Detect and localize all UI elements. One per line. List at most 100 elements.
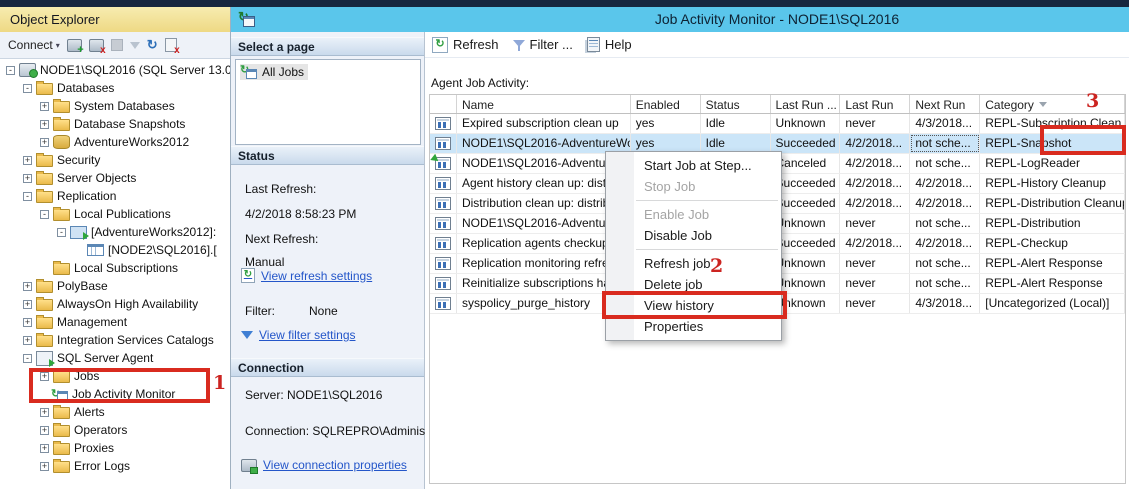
script-error-icon[interactable]	[164, 38, 180, 56]
tree-item[interactable]: + AlwaysOn High Availability	[0, 295, 230, 313]
cell-category: REPL-Snapshot	[980, 134, 1126, 153]
job-icon	[434, 217, 451, 230]
tree-item[interactable]: - NODE1\SQL2016 (SQL Server 13.0.1	[0, 61, 230, 79]
expand-icon[interactable]: +	[40, 119, 49, 129]
view-filter-settings-link[interactable]: View filter settings	[241, 328, 356, 342]
tree-item[interactable]: + Server Objects	[0, 169, 230, 187]
grid-header-status[interactable]: Status	[701, 95, 771, 113]
cell-next-run: not sche...	[910, 134, 981, 153]
expand-icon[interactable]: +	[23, 299, 32, 309]
tree-item[interactable]: + System Databases	[0, 97, 230, 115]
grid-header-last-run-[interactable]: Last Run ...	[771, 95, 841, 113]
cell-last-run: 4/2/2018...	[840, 194, 911, 213]
grid-header-last-run[interactable]: Last Run	[840, 95, 911, 113]
filter-icon[interactable]	[129, 41, 140, 49]
connect-button[interactable]: Connect ▾	[8, 38, 60, 52]
view-refresh-settings-label: View refresh settings	[261, 268, 373, 283]
column-header-label: Category	[985, 97, 1034, 112]
grid-header-name[interactable]: Name	[457, 95, 631, 113]
context-menu-item-refresh-job[interactable]: Refresh job	[606, 253, 781, 274]
grid-header-category[interactable]: Category	[980, 95, 1126, 113]
job-icon	[434, 257, 451, 270]
jam-icon	[51, 385, 68, 403]
expand-icon[interactable]: +	[40, 101, 49, 111]
filter-button[interactable]: Filter ...	[512, 37, 573, 52]
tree-item[interactable]: + Proxies	[0, 439, 230, 457]
expand-icon[interactable]: +	[40, 425, 49, 435]
expand-icon[interactable]: +	[40, 407, 49, 417]
tree-item[interactable]: - Local Publications	[0, 205, 230, 223]
expand-icon[interactable]: +	[23, 173, 32, 183]
context-menu-item-delete-job[interactable]: Delete job	[606, 274, 781, 295]
collapse-icon[interactable]: -	[40, 209, 49, 219]
cell-last-run: 4/2/2018...	[840, 174, 911, 193]
view-connection-properties-link[interactable]: View connection properties	[241, 458, 407, 474]
tree-item[interactable]: + AdventureWorks2012	[0, 133, 230, 151]
grid-header-icon-cell	[430, 95, 457, 113]
connect-server-icon[interactable]	[66, 38, 84, 56]
expand-icon[interactable]: +	[40, 443, 49, 453]
filter-settings-icon	[241, 331, 253, 339]
grid-header-row: Name Enabled Status Last Run ... Last Run Nex…	[430, 95, 1126, 114]
tree-item[interactable]: + Error Logs	[0, 457, 230, 475]
tree-item[interactable]: + Alerts	[0, 403, 230, 421]
cell-enabled: yes	[631, 114, 701, 133]
column-header-label: Status	[705, 97, 740, 112]
tree-item[interactable]: + PolyBase	[0, 277, 230, 295]
cell-last-run-outcome: Unknown	[771, 114, 841, 133]
grid-header-next-run[interactable]: Next Run	[910, 95, 981, 113]
collapse-icon[interactable]: -	[23, 191, 32, 201]
expand-icon[interactable]: +	[23, 317, 32, 327]
tree-item[interactable]: - [AdventureWorks2012]:	[0, 223, 230, 241]
expand-icon[interactable]: +	[40, 137, 49, 147]
job-row[interactable]: Expired subscription clean up yes Idle Unkn…	[430, 114, 1126, 134]
context-menu-item-stop-job: Stop Job	[644, 179, 696, 194]
folder-icon	[36, 171, 53, 185]
view-refresh-settings-link[interactable]: ↻ View refresh settings	[241, 268, 372, 283]
column-filter-icon[interactable]	[1038, 102, 1047, 107]
grid-header-enabled[interactable]: Enabled	[631, 95, 701, 113]
expand-icon[interactable]: +	[23, 281, 32, 291]
chevron-down-icon: ▾	[55, 40, 60, 50]
context-menu-item-properties[interactable]: Properties	[606, 316, 781, 337]
tree-item[interactable]: + Integration Services Catalogs	[0, 331, 230, 349]
folder-icon	[53, 405, 70, 419]
collapse-icon[interactable]: -	[6, 65, 15, 75]
expand-icon[interactable]: +	[23, 335, 32, 345]
dialog-title: Job Activity Monitor - NODE1\SQL2016	[654, 11, 900, 27]
tree-item[interactable]: - SQL Server Agent	[0, 349, 230, 367]
job-icon	[434, 197, 451, 210]
disconnect-server-icon[interactable]	[88, 38, 106, 56]
folder-icon	[36, 189, 53, 203]
refresh-button[interactable]: ↻ Refresh	[432, 36, 499, 53]
tree-item[interactable]: [NODE2\SQL2016].[	[0, 241, 230, 259]
context-menu-item-disable-job[interactable]: Disable Job	[606, 225, 781, 246]
collapse-icon[interactable]: -	[23, 83, 32, 93]
collapse-icon[interactable]: -	[23, 353, 32, 363]
expand-icon[interactable]: +	[40, 461, 49, 471]
tree-item[interactable]: + Management	[0, 313, 230, 331]
tree-item[interactable]: + Database Snapshots	[0, 115, 230, 133]
refresh-icon[interactable]: ↻	[147, 37, 158, 53]
collapse-icon[interactable]: -	[57, 227, 66, 237]
context-menu-item-start-job-at-step-[interactable]: Start Job at Step...	[606, 155, 781, 176]
expand-icon[interactable]: +	[23, 155, 32, 165]
help-button[interactable]: Help	[586, 37, 632, 52]
tree-item[interactable]: - Databases	[0, 79, 230, 97]
tree-item-label: Alerts	[74, 405, 105, 419]
tree-item[interactable]: + Jobs	[0, 367, 230, 385]
tree-item[interactable]: + Security	[0, 151, 230, 169]
tree-item[interactable]: Job Activity Monitor	[0, 385, 230, 403]
tree-item[interactable]: Local Subscriptions	[0, 259, 230, 277]
folder-icon	[36, 153, 53, 167]
context-menu-item-view-history[interactable]: View history	[606, 295, 781, 316]
expand-icon[interactable]: +	[40, 371, 49, 381]
column-header-label: Name	[461, 97, 494, 112]
page-item-all-jobs[interactable]: All Jobs	[240, 63, 309, 80]
tree-item[interactable]: - Replication	[0, 187, 230, 205]
cell-category: [Uncategorized (Local)]	[980, 294, 1126, 313]
help-label: Help	[604, 37, 632, 52]
tree-item[interactable]: + Operators	[0, 421, 230, 439]
window-top-strip	[0, 0, 1129, 7]
column-header-label: Enabled	[635, 97, 680, 112]
